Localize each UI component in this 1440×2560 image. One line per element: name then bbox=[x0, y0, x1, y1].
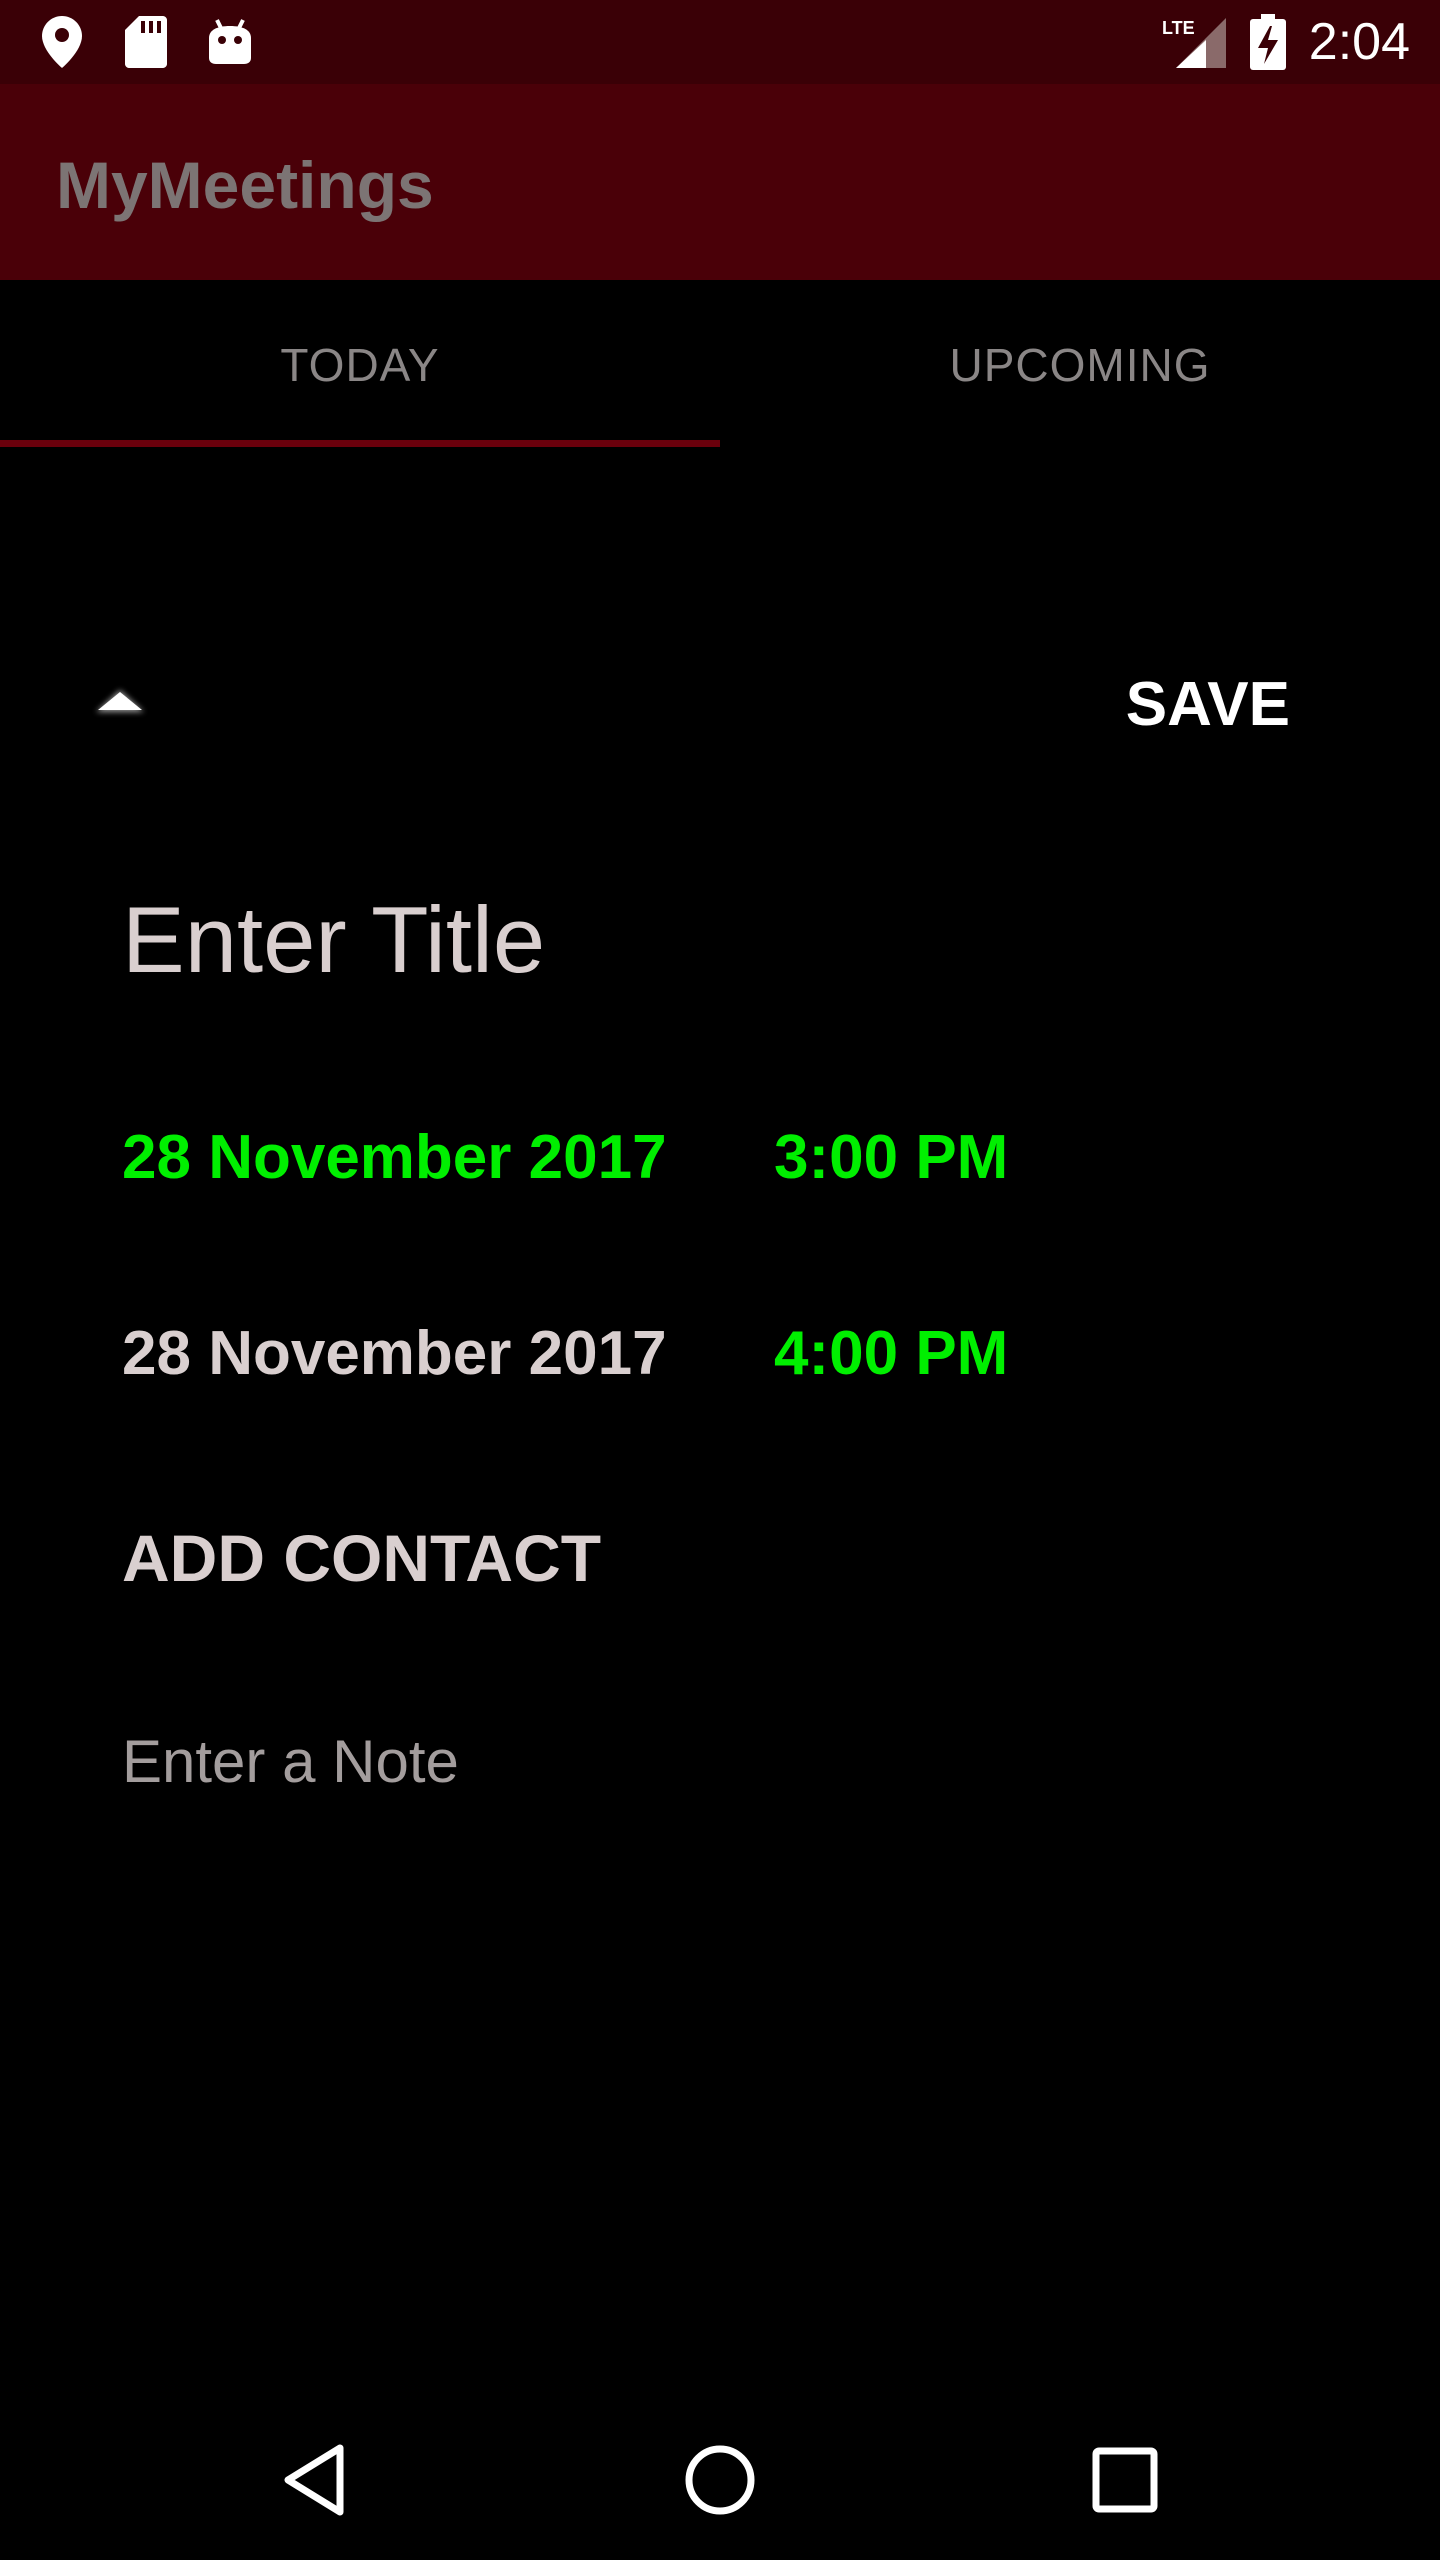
status-bar: LTE 2:04 bbox=[0, 0, 1440, 84]
end-time[interactable]: 4:00 PM bbox=[774, 1314, 1008, 1394]
status-time: 2:04 bbox=[1308, 13, 1410, 71]
recents-icon[interactable] bbox=[1070, 2430, 1180, 2530]
start-date[interactable]: 28 November 2017 bbox=[122, 1118, 667, 1198]
home-icon[interactable] bbox=[665, 2430, 775, 2530]
app-title: MyMeetings bbox=[56, 148, 434, 222]
save-button[interactable]: SAVE bbox=[1126, 660, 1290, 750]
signal-icon: LTE bbox=[1160, 14, 1230, 70]
end-date[interactable]: 28 November 2017 bbox=[122, 1314, 667, 1394]
network-label: LTE bbox=[1162, 18, 1195, 38]
tab-today[interactable]: TODAY bbox=[0, 280, 720, 450]
title-input[interactable]: Enter Title bbox=[122, 880, 1322, 1000]
battery-charging-icon bbox=[1246, 14, 1290, 70]
tab-indicator bbox=[0, 440, 720, 447]
sd-card-icon bbox=[118, 14, 174, 70]
chevron-up-icon[interactable] bbox=[90, 680, 150, 724]
location-icon bbox=[34, 14, 90, 70]
tab-upcoming[interactable]: UPCOMING bbox=[720, 280, 1440, 450]
add-contact-button[interactable]: ADD CONTACT bbox=[122, 1516, 601, 1600]
note-input[interactable]: Enter a Note bbox=[122, 1722, 1322, 1802]
start-time[interactable]: 3:00 PM bbox=[774, 1118, 1008, 1198]
back-icon[interactable] bbox=[260, 2430, 370, 2530]
android-icon bbox=[202, 14, 258, 70]
